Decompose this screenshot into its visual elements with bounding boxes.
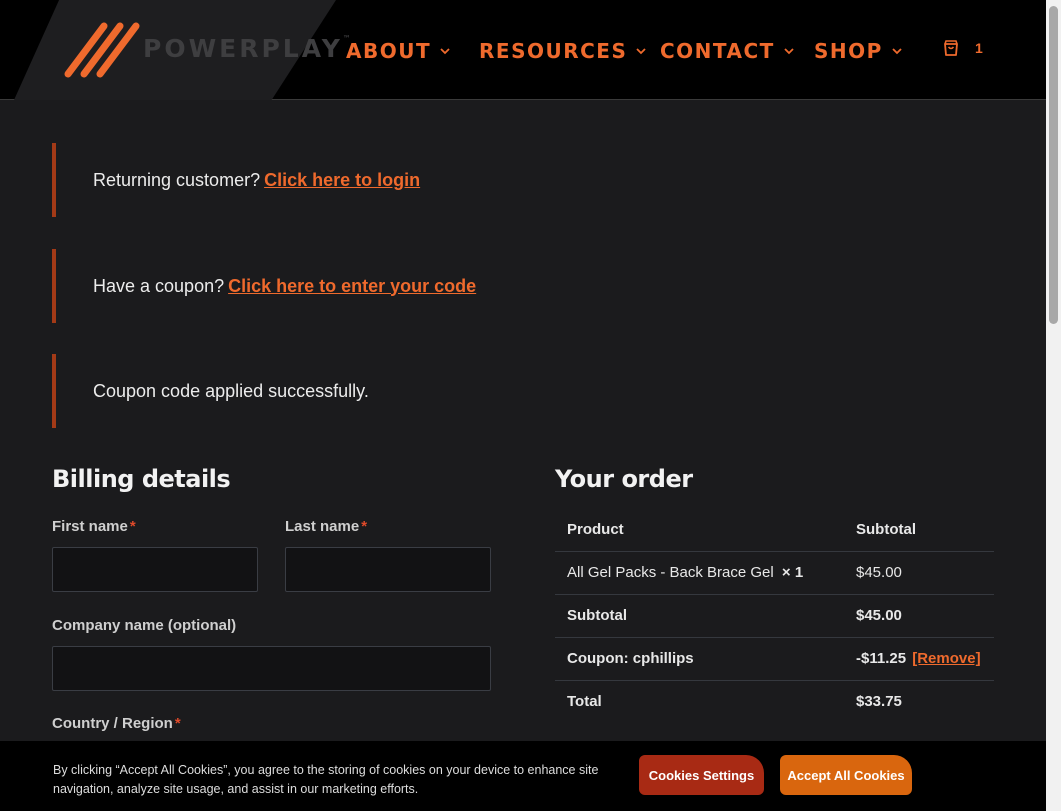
total-label: Total bbox=[567, 693, 602, 711]
subtotal-label: Subtotal bbox=[567, 607, 627, 624]
billing-title: Billing details bbox=[52, 465, 231, 493]
coupon-cell: -$11.25 [Remove] bbox=[844, 637, 994, 680]
order-title: Your order bbox=[555, 465, 693, 493]
company-input[interactable] bbox=[52, 646, 491, 691]
first-name-label-text: First name bbox=[52, 518, 128, 535]
coupon-discount: -$11.25 bbox=[856, 650, 907, 667]
product-name: All Gel Packs - Back Brace Gel bbox=[567, 564, 774, 581]
last-name-label-text: Last name bbox=[285, 518, 360, 535]
last-name-input[interactable] bbox=[285, 547, 491, 592]
first-name-input[interactable] bbox=[52, 547, 258, 592]
chevron-down-icon bbox=[784, 48, 794, 55]
chevron-down-icon bbox=[892, 48, 902, 55]
cookies-settings-button[interactable]: Cookies Settings bbox=[639, 755, 764, 795]
enter-coupon-link[interactable]: Click here to enter your code bbox=[228, 276, 476, 297]
notice-coupon: Have a coupon? Click here to enter your … bbox=[52, 249, 994, 323]
remove-coupon-link[interactable]: [Remove] bbox=[912, 650, 980, 667]
chevron-down-icon bbox=[440, 48, 450, 55]
chevron-down-icon bbox=[636, 48, 646, 55]
nav-contact[interactable]: CONTACT bbox=[660, 37, 795, 65]
table-header-row: Product Subtotal bbox=[555, 508, 994, 551]
nav-resources[interactable]: RESOURCES bbox=[479, 37, 647, 65]
nav-resources-label: RESOURCES bbox=[479, 39, 628, 63]
required-mark: * bbox=[361, 518, 368, 535]
nav-shop-label: SHOP bbox=[814, 39, 883, 63]
total-value: $33.75 bbox=[856, 693, 902, 711]
coupon-row: Coupon: cphillips -$11.25 [Remove] bbox=[555, 637, 994, 680]
notice-returning-customer: Returning customer? Click here to login bbox=[52, 143, 994, 217]
last-name-label: Last name * bbox=[285, 518, 367, 535]
site-header: POWERPLAY™ ABOUT RESOURCES CONTACT SHOP … bbox=[0, 0, 1046, 100]
company-label: Company name (optional) bbox=[52, 617, 236, 634]
scrollbar-thumb[interactable] bbox=[1049, 6, 1058, 324]
subtotal-row: Subtotal $45.00 bbox=[555, 594, 994, 637]
first-name-label: First name * bbox=[52, 518, 136, 535]
cookie-consent-banner: By clicking “Accept All Cookies”, you ag… bbox=[0, 741, 1046, 811]
cart-button[interactable]: 1 bbox=[941, 38, 983, 58]
shopping-bag-icon bbox=[944, 40, 958, 56]
logo-wordmark[interactable]: POWERPLAY™ bbox=[143, 34, 351, 63]
company-label-text: Company name (optional) bbox=[52, 617, 237, 634]
product-header: Product bbox=[567, 520, 624, 538]
subtotal-header: Subtotal bbox=[856, 520, 916, 538]
login-link[interactable]: Click here to login bbox=[264, 170, 420, 191]
cookie-consent-text: By clicking “Accept All Cookies”, you ag… bbox=[53, 763, 599, 796]
country-label-text: Country / Region bbox=[52, 715, 173, 732]
country-label: Country / Region * bbox=[52, 715, 181, 732]
nav-about[interactable]: ABOUT bbox=[346, 37, 451, 65]
cart-count: 1 bbox=[975, 40, 983, 56]
notice-coupon-text: Have a coupon? bbox=[93, 275, 225, 296]
product-quantity: × 1 bbox=[781, 564, 804, 581]
order-summary-table: Product Subtotal All Gel Packs - Back Br… bbox=[555, 508, 994, 723]
subtotal-value: $45.00 bbox=[856, 607, 902, 624]
table-row: All Gel Packs - Back Brace Gel × 1 $45.0… bbox=[555, 551, 994, 594]
notice-coupon-success: Coupon code applied successfully. bbox=[52, 354, 994, 428]
logo-stripes-icon[interactable] bbox=[60, 20, 144, 80]
accept-all-cookies-button[interactable]: Accept All Cookies bbox=[780, 755, 912, 795]
notice-login-text: Returning customer? bbox=[93, 169, 261, 190]
nav-about-label: ABOUT bbox=[346, 39, 432, 63]
nav-contact-label: CONTACT bbox=[660, 39, 775, 63]
required-mark: * bbox=[129, 518, 136, 535]
total-row: Total $33.75 bbox=[555, 680, 994, 723]
line-item-price: $45.00 bbox=[856, 564, 902, 581]
required-mark: * bbox=[174, 715, 181, 732]
notice-success-text: Coupon code applied successfully. bbox=[93, 380, 369, 401]
coupon-label: Coupon: cphillips bbox=[567, 650, 694, 667]
nav-shop[interactable]: SHOP bbox=[814, 37, 903, 65]
line-item-cell: All Gel Packs - Back Brace Gel × 1 bbox=[555, 551, 844, 594]
brand-name: POWERPLAY bbox=[143, 34, 343, 63]
